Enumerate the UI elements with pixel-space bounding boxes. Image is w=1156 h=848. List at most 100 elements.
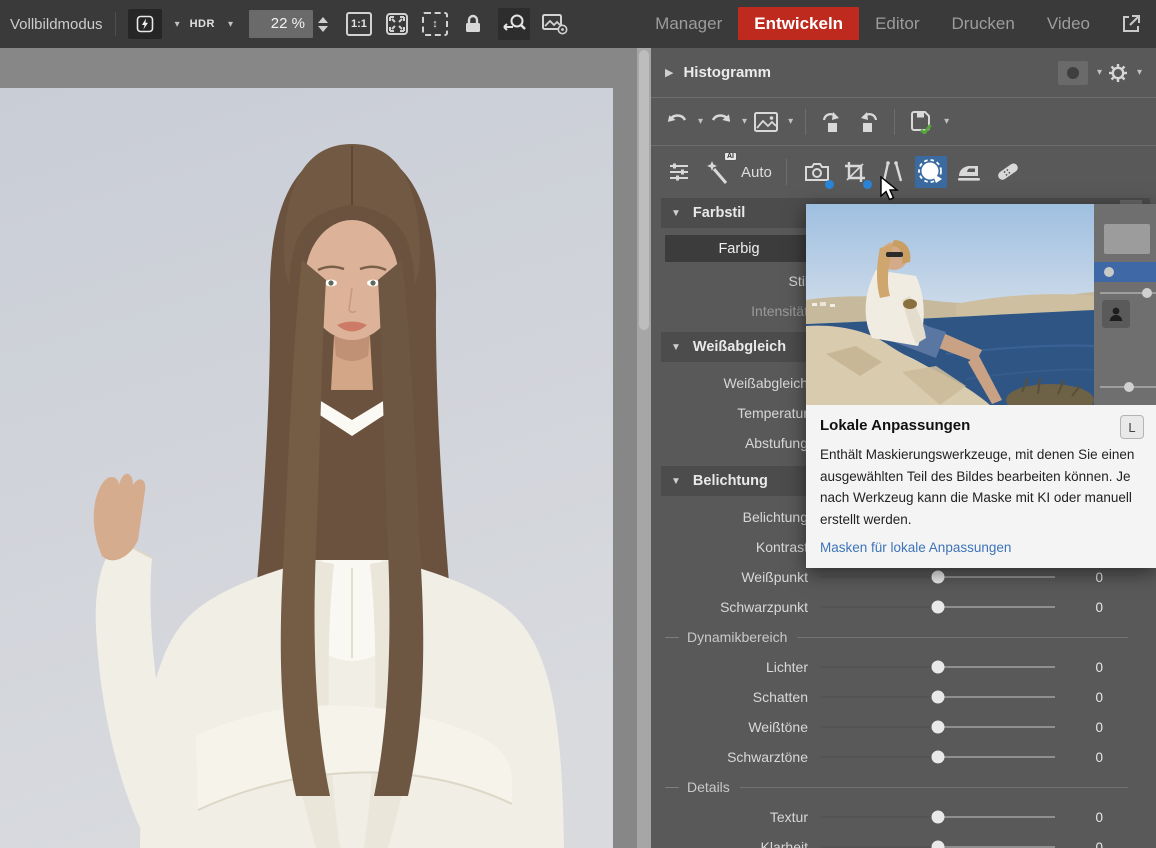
section-collapse-icon[interactable]: ▼ [671,208,681,219]
rotate-left-icon [820,110,846,134]
local-adjustments-tool[interactable] [915,156,947,188]
auto-enhance-button[interactable]: AI [701,156,733,188]
module-tab[interactable]: Manager [639,7,738,40]
slider-track[interactable] [820,696,1055,698]
redo-caret[interactable]: ▾ [742,116,747,127]
tools-row: AI Auto [651,146,1156,198]
open-external-button[interactable] [1120,13,1142,35]
module-tab[interactable]: Editor [859,7,935,40]
subsection-divider: Details [651,772,1156,802]
slider-track[interactable] [820,666,1055,668]
mask-thumbnail [1104,224,1150,254]
compare-view-button[interactable] [498,8,530,40]
fullscreen-mode-label[interactable]: Vollbildmodus [10,16,103,33]
image-icon [753,111,779,133]
section-collapse-icon[interactable]: ▼ [671,342,681,353]
slider-value[interactable]: 0 [1065,720,1103,735]
healing-tool[interactable] [991,156,1023,188]
fit-height-button[interactable]: ↕ [422,12,448,36]
mask-slider [1100,292,1156,294]
hdr-dropdown-caret[interactable]: ▾ [228,19,233,30]
flash-dropdown-caret[interactable]: ▾ [175,19,180,30]
module-tabs: ManagerEntwickelnEditorDruckenVideo [639,0,1142,48]
slider-thumb[interactable] [931,601,944,614]
rotate-right-icon [854,110,880,134]
slider-label: Lichter [651,659,808,675]
module-tab[interactable]: Drucken [936,7,1031,40]
slider-thumb[interactable] [931,571,944,584]
slider-value[interactable]: 0 [1065,660,1103,675]
module-tab[interactable]: Video [1031,7,1106,40]
slider-value[interactable]: 0 [1065,750,1103,765]
image-history-caret[interactable]: ▾ [788,116,793,127]
all-adjustments-button[interactable] [663,156,695,188]
image-settings-button[interactable] [539,8,571,40]
fit-to-screen-button[interactable] [381,8,413,40]
save-button[interactable] [907,108,937,136]
setting-label: Intensität [651,303,808,319]
circle-icon [1067,67,1079,79]
preview-mode-caret[interactable]: ▾ [1097,67,1102,78]
slider-track[interactable] [820,576,1055,578]
tooltip-masks-panel-preview [1094,204,1156,405]
actions-separator [805,109,806,135]
slider-row: Weißtöne 0 [651,712,1156,742]
slider-track[interactable] [820,756,1055,758]
auto-label[interactable]: Auto [741,164,772,181]
hdr-button[interactable]: HDR [190,18,215,30]
slider-thumb[interactable] [931,661,944,674]
crop-tool[interactable] [839,156,871,188]
slider-thumb[interactable] [931,691,944,704]
slider-row: Lichter 0 [651,652,1156,682]
slider-value[interactable]: 0 [1065,810,1103,825]
tooltip-body: Enthält Maskierungswerkzeuge, mit denen … [820,444,1138,530]
save-floppy-check-icon [909,110,935,134]
redo-button[interactable] [707,109,735,135]
tool-applied-dot [825,180,834,189]
canvas-scrollbar[interactable] [637,48,651,848]
mouse-cursor [879,176,901,202]
slider-thumb[interactable] [931,751,944,764]
slider-value[interactable]: 0 [1065,690,1103,705]
image-history-button[interactable] [751,109,781,135]
save-caret[interactable]: ▾ [944,116,949,127]
color-style-select[interactable]: Farbig [665,235,813,262]
setting-label: Stil [651,273,808,289]
undo-caret[interactable]: ▾ [698,116,703,127]
scrollbar-thumb[interactable] [639,50,649,330]
tooltip-help-link[interactable]: Masken für lokale Anpassungen [820,540,1011,555]
zoom-level-input[interactable]: 22 % [249,10,313,38]
app-window: Vollbildmodus ▾ HDR ▾ 22 % 1:1 [0,0,1156,848]
preview-mode-button[interactable] [1058,61,1088,85]
histogram-collapse-icon[interactable]: ▶ [665,66,673,79]
magic-wand-icon [704,159,730,185]
zoom-stepper[interactable] [318,17,328,32]
section-collapse-icon[interactable]: ▼ [671,476,681,487]
redo-icon [709,111,733,133]
slider-track[interactable] [820,726,1055,728]
slider-value[interactable]: 0 [1065,840,1103,848]
slider-label: Weißtöne [651,719,808,735]
histogram-title: Histogramm [683,64,771,81]
actions-separator [894,109,895,135]
slider-thumb[interactable] [931,721,944,734]
zoom-1to1-button[interactable]: 1:1 [346,12,372,36]
image-canvas[interactable] [0,48,637,848]
slider-value[interactable]: 0 [1065,570,1103,585]
undo-button[interactable] [663,109,691,135]
slider-track[interactable] [820,816,1055,818]
retouch-iron-tool[interactable] [953,156,985,188]
rotate-right-button[interactable] [852,108,882,136]
slider-thumb[interactable] [931,811,944,824]
lock-zoom-button[interactable] [457,8,489,40]
module-tab[interactable]: Entwickeln [738,7,859,40]
rotate-left-button[interactable] [818,108,848,136]
histogram-header[interactable]: ▶ Histogramm ▾ ▾ [651,48,1156,98]
gear-icon[interactable] [1108,63,1128,83]
slider-track[interactable] [820,606,1055,608]
slider-value[interactable]: 0 [1065,600,1103,615]
gear-caret[interactable]: ▾ [1137,67,1142,78]
slider-thumb[interactable] [931,841,944,848]
camera-corrections-tool[interactable] [801,156,833,188]
flash-preview-button[interactable] [128,9,162,39]
